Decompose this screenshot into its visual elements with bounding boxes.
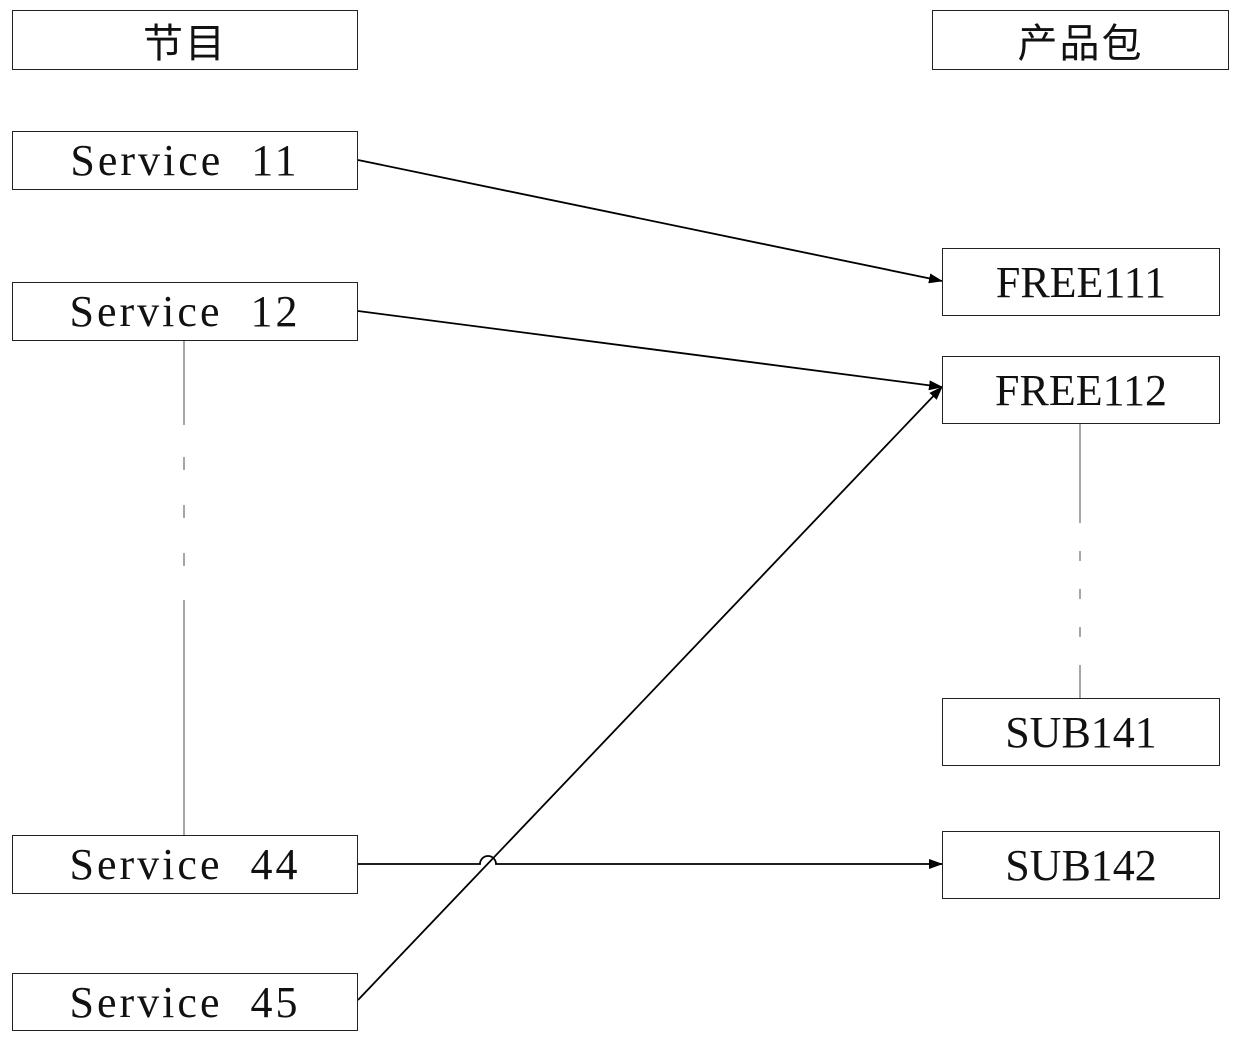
- service-label: Service 12: [69, 287, 301, 336]
- programs-header: 节目: [12, 10, 358, 70]
- arrow-service45-free112: [357, 386, 943, 1001]
- service-node[interactable]: Service 45: [12, 973, 358, 1031]
- package-node[interactable]: FREE112: [942, 356, 1220, 424]
- programs-header-label: 节目: [143, 21, 227, 67]
- service-node[interactable]: Service 12: [12, 282, 358, 341]
- service-node[interactable]: Service 11: [12, 131, 358, 190]
- packages-header: 产品包: [932, 10, 1229, 70]
- arrow-service44-sub142: [358, 855, 943, 869]
- package-node[interactable]: FREE111: [942, 248, 1220, 316]
- service-label: Service 11: [70, 136, 300, 185]
- arrow-service11-free111: [357, 159, 943, 284]
- service-node[interactable]: Service 44: [12, 835, 358, 894]
- package-label: FREE111: [995, 257, 1167, 307]
- package-label: SUB141: [1005, 707, 1157, 757]
- packages-header-label: 产品包: [1017, 21, 1144, 67]
- package-label: FREE112: [995, 365, 1167, 415]
- service-label: Service 45: [69, 977, 301, 1027]
- service-label: Service 44: [69, 840, 301, 889]
- package-node[interactable]: SUB142: [942, 831, 1220, 899]
- package-node[interactable]: SUB141: [942, 698, 1220, 766]
- arrow-service12-free112: [357, 310, 943, 391]
- package-label: SUB142: [1005, 840, 1157, 890]
